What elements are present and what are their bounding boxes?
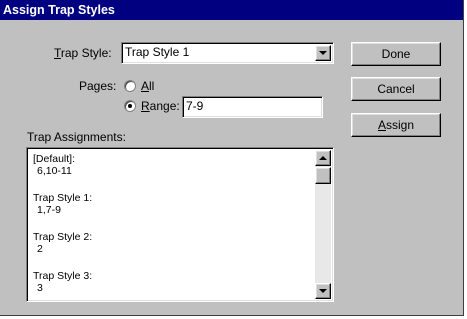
trap-style-dropdown[interactable]: Trap Style 1 <box>121 42 334 64</box>
pages-range-radio[interactable] <box>124 100 136 112</box>
trap-assignments-list[interactable]: [Default]: 6,10-11 Trap Style 1: 1,7-9 T… <box>26 147 334 302</box>
assignments-content: [Default]: 6,10-11 Trap Style 1: 1,7-9 T… <box>33 153 92 309</box>
dropdown-arrow-button[interactable] <box>315 45 331 61</box>
trap-style-label: Trap Style: <box>54 46 112 60</box>
scroll-up-button[interactable] <box>315 150 331 166</box>
done-button[interactable]: Done <box>351 42 441 66</box>
scroll-thumb[interactable] <box>315 167 331 184</box>
range-input[interactable]: 7-9 <box>182 96 323 118</box>
list-item: Trap Style 3: 3 <box>33 270 93 294</box>
assign-trap-styles-dialog: Assign Trap Styles Trap Style: Trap Styl… <box>0 0 464 316</box>
chevron-up-icon <box>319 156 327 160</box>
pages-all-label[interactable]: All <box>141 78 154 94</box>
pages-all-radio[interactable] <box>124 80 136 92</box>
scroll-down-button[interactable] <box>315 283 331 299</box>
list-item: [Default]: 6,10-11 <box>33 153 76 177</box>
chevron-down-icon <box>319 51 327 55</box>
radio-selected-dot <box>128 104 132 108</box>
vertical-scrollbar[interactable] <box>315 150 331 299</box>
list-item: Trap Style 1: 1,7-9 <box>33 192 93 216</box>
assign-button[interactable]: Assign <box>351 113 441 137</box>
chevron-down-icon <box>319 289 327 293</box>
trap-style-value: Trap Style 1 <box>125 45 190 59</box>
pages-range-label[interactable]: Range: <box>141 98 180 114</box>
trap-assignments-label: Trap Assignments: <box>27 130 126 144</box>
dialog-title: Assign Trap Styles <box>0 0 463 20</box>
list-item: Trap Style 2: 2 <box>33 231 93 255</box>
range-value: 7-9 <box>186 99 204 113</box>
cancel-button[interactable]: Cancel <box>351 77 441 101</box>
pages-label: Pages: <box>79 79 117 93</box>
